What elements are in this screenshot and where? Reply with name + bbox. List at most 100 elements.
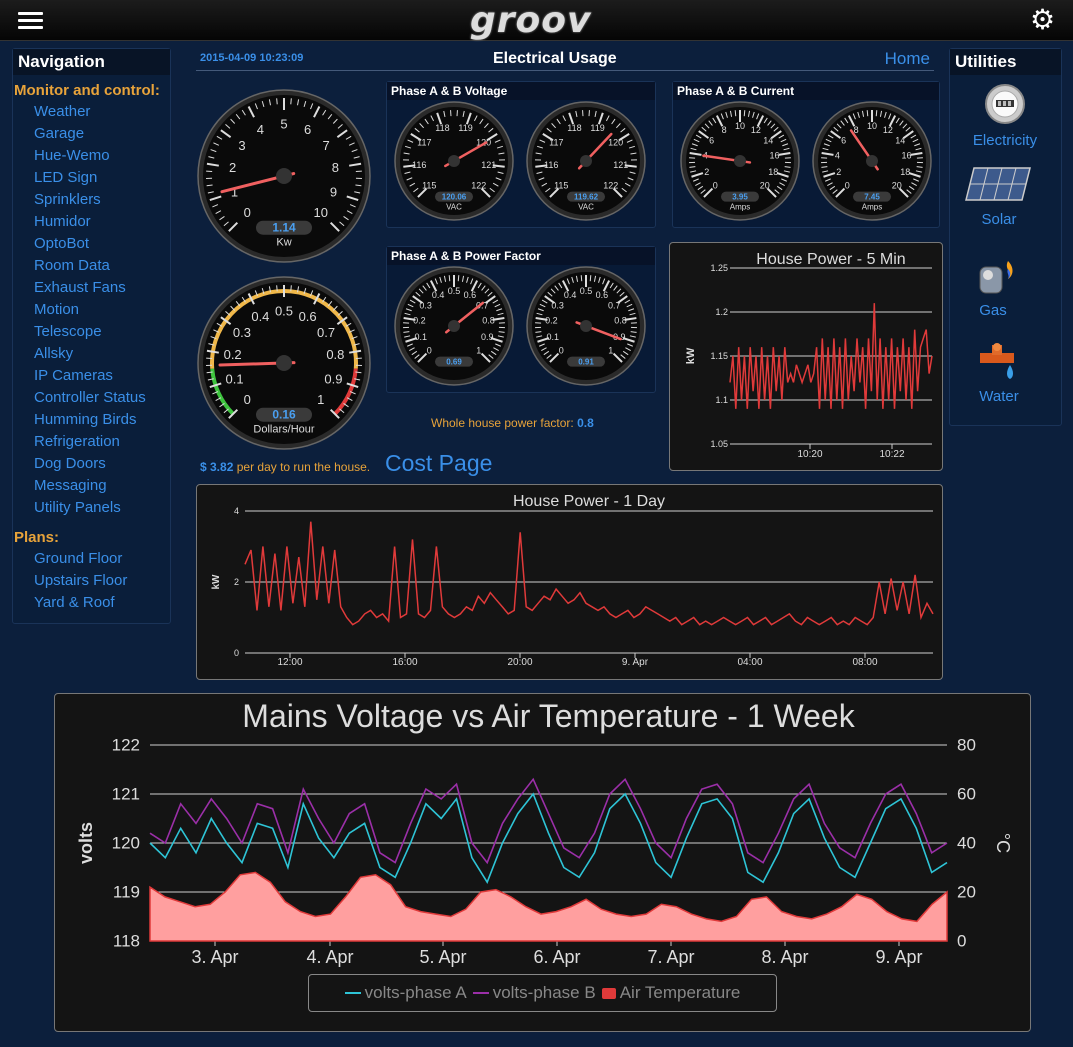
- legend-item[interactable]: Air Temperature: [601, 983, 740, 1003]
- nav-link-messaging[interactable]: Messaging: [14, 475, 170, 497]
- chart-y-axis-label: volts: [76, 822, 96, 864]
- utility-label-electricity: Electricity: [972, 132, 1038, 149]
- gauge-tick-label: 6: [841, 135, 846, 145]
- gauge-tick-label: 16: [770, 151, 780, 161]
- gauge-unit: Dollars/Hour: [253, 424, 314, 436]
- home-link[interactable]: Home: [885, 49, 930, 69]
- utility-water[interactable]: Water: [944, 339, 1054, 405]
- gauge-value: 0.16: [272, 408, 296, 422]
- gauge-tick-label: 16: [902, 151, 912, 161]
- utility-label-gas: Gas: [979, 302, 1007, 319]
- gauge-minor-tick: [743, 110, 746, 117]
- nav-link-humidor[interactable]: Humidor: [14, 211, 170, 233]
- gauge-hub: [580, 320, 592, 332]
- kw-gauge: 01234 5 6789101.14Kw: [197, 89, 371, 263]
- gauge-unit: VAC: [578, 203, 594, 212]
- gauge-tick-label: 8: [722, 125, 727, 135]
- chart-y-tick-label: 1.15: [710, 351, 728, 361]
- gauge-tick-label: 118: [435, 123, 449, 133]
- nav-link-motion[interactable]: Motion: [14, 299, 170, 321]
- gauge-tick-label: 20: [760, 181, 770, 191]
- nav-link-telescope[interactable]: Telescope: [14, 321, 170, 343]
- gauge-tick-label: 117: [549, 137, 563, 147]
- nav-link-humming-birds[interactable]: Humming Birds: [14, 409, 170, 431]
- voltage-gauge-panel: Phase A & B Voltage 115 116 117 118 119 120 12…: [386, 81, 656, 228]
- gauge-tick-label: 119: [590, 123, 604, 133]
- gauge-minor-tick: [580, 275, 583, 282]
- nav-link-ground-floor[interactable]: Ground Floor: [14, 548, 170, 570]
- house-power-1day-chart: House Power - 1 Day 0 2 4 kW 12:00 16:00 20:00 9…: [196, 484, 943, 680]
- header-row: 2015-04-09 10:23:09 Electrical Usage Hom…: [196, 48, 934, 71]
- gauge-minor-tick: [589, 275, 592, 282]
- chart-x-tick-label: 08:00: [852, 657, 877, 668]
- gauge-tick-label: 9: [330, 184, 337, 199]
- nav-link-garage[interactable]: Garage: [14, 123, 170, 145]
- dollars-gauge: 00.1 0.2 0.30.4 0.5 0.60.7 0.8 0.91 0.16 Dollars…: [197, 276, 371, 450]
- gauge-tick-label: 0.3: [551, 300, 564, 310]
- gauge-tick-label: 0.8: [326, 347, 344, 362]
- nav-link-exhaust-fans[interactable]: Exhaust Fans: [14, 277, 170, 299]
- nav-link-hue-wemo[interactable]: Hue-Wemo: [14, 145, 170, 167]
- nav-link-sprinklers[interactable]: Sprinklers: [14, 189, 170, 211]
- gauge-tick-label: 0.4: [432, 290, 445, 300]
- nav-link-room-data[interactable]: Room Data: [14, 255, 170, 277]
- gauge-tick-label: 3: [238, 138, 245, 153]
- nav-link-refrigeration[interactable]: Refrigeration: [14, 431, 170, 453]
- nav-link-allsky[interactable]: Allsky: [14, 343, 170, 365]
- nav-link-utility-panels[interactable]: Utility Panels: [14, 497, 170, 519]
- chart-x-tick-label: 8. Apr: [761, 947, 808, 967]
- nav-link-yard-roof[interactable]: Yard & Roof: [14, 592, 170, 614]
- gauge-value: 1.14: [272, 221, 296, 235]
- nav-link-controller-status[interactable]: Controller Status: [14, 387, 170, 409]
- current-b-gauge: 02468 10 12141618207.45Amps: [812, 101, 932, 221]
- utility-label-solar: Solar: [981, 211, 1017, 228]
- power-factor-gauge-title: Phase A & B Power Factor: [387, 247, 655, 265]
- nav-link-dog-doors[interactable]: Dog Doors: [14, 453, 170, 475]
- gauge-unit: Amps: [862, 203, 882, 212]
- nav-link-weather[interactable]: Weather: [14, 101, 170, 123]
- gauge-minor-tick: [448, 275, 451, 282]
- gauge-tick-label: 115: [554, 181, 568, 191]
- gauge-value: 0.91: [578, 357, 594, 366]
- gauge-tick-label: 1: [317, 392, 324, 407]
- cost-text: per day to run the house.: [236, 460, 371, 474]
- nav-link-led-sign[interactable]: LED Sign: [14, 167, 170, 189]
- legend-item[interactable]: volts-phase B: [472, 983, 596, 1003]
- gauge-tick-label: 0.5: [275, 303, 293, 318]
- voltage-a-gauge: 115116117118 119120121122120.06VAC: [394, 101, 514, 221]
- utility-electricity[interactable]: Electricity: [950, 81, 1060, 149]
- gauge-tick-label: 14: [895, 135, 905, 145]
- chart-y-tick-label: 120: [112, 834, 140, 853]
- voltage-b-gauge: 115 116 117 118 119 120 121 122 119.62 VAC: [526, 101, 646, 221]
- legend-swatch-area: [601, 987, 616, 999]
- gauge-tick-label: 1: [476, 346, 481, 356]
- gauge-tick-label: 6: [709, 135, 714, 145]
- gauge-tick-label: 18: [768, 167, 778, 177]
- gauge-tick-label: 0.4: [251, 309, 269, 324]
- gauge-tick-label: 0.2: [545, 316, 558, 326]
- whole-pf-label: Whole house power factor:: [431, 416, 574, 430]
- nav-link-upstairs-floor[interactable]: Upstairs Floor: [14, 570, 170, 592]
- house-power-5min-chart: House Power - 5 Min 1.05 1.1 1.15 1.2 1.25 kW 1…: [669, 242, 943, 471]
- hamburger-icon[interactable]: [18, 12, 43, 29]
- gauge-minor-tick: [866, 110, 869, 117]
- gauge-tick-label: 121: [613, 160, 628, 170]
- cost-page-link[interactable]: Cost Page: [385, 450, 492, 477]
- legend-swatch-line: [472, 992, 489, 994]
- nav-link-ip-cameras[interactable]: IP Cameras: [14, 365, 170, 387]
- chart-x-tick-label: 6. Apr: [533, 947, 580, 967]
- utility-solar[interactable]: Solar: [944, 164, 1054, 228]
- chart-x-tick-label: 7. Apr: [647, 947, 694, 967]
- utility-gas[interactable]: Gas: [938, 257, 1048, 319]
- gauge-tick-label: 116: [412, 160, 426, 170]
- gauge-tick-label: 2: [836, 167, 841, 177]
- gauge-unit: Kw: [276, 237, 291, 249]
- chart-x-tick-label: 5. Apr: [419, 947, 466, 967]
- gauge-hub: [734, 155, 746, 167]
- gear-icon[interactable]: ⚙: [1030, 6, 1058, 34]
- chart-x-tick-label: 9. Apr: [875, 947, 922, 967]
- gauge-tick-label: 0.1: [226, 371, 244, 386]
- nav-link-optobot[interactable]: OptoBot: [14, 233, 170, 255]
- legend-item[interactable]: volts-phase A: [344, 983, 467, 1003]
- gauge-tick-label: 122: [603, 181, 618, 191]
